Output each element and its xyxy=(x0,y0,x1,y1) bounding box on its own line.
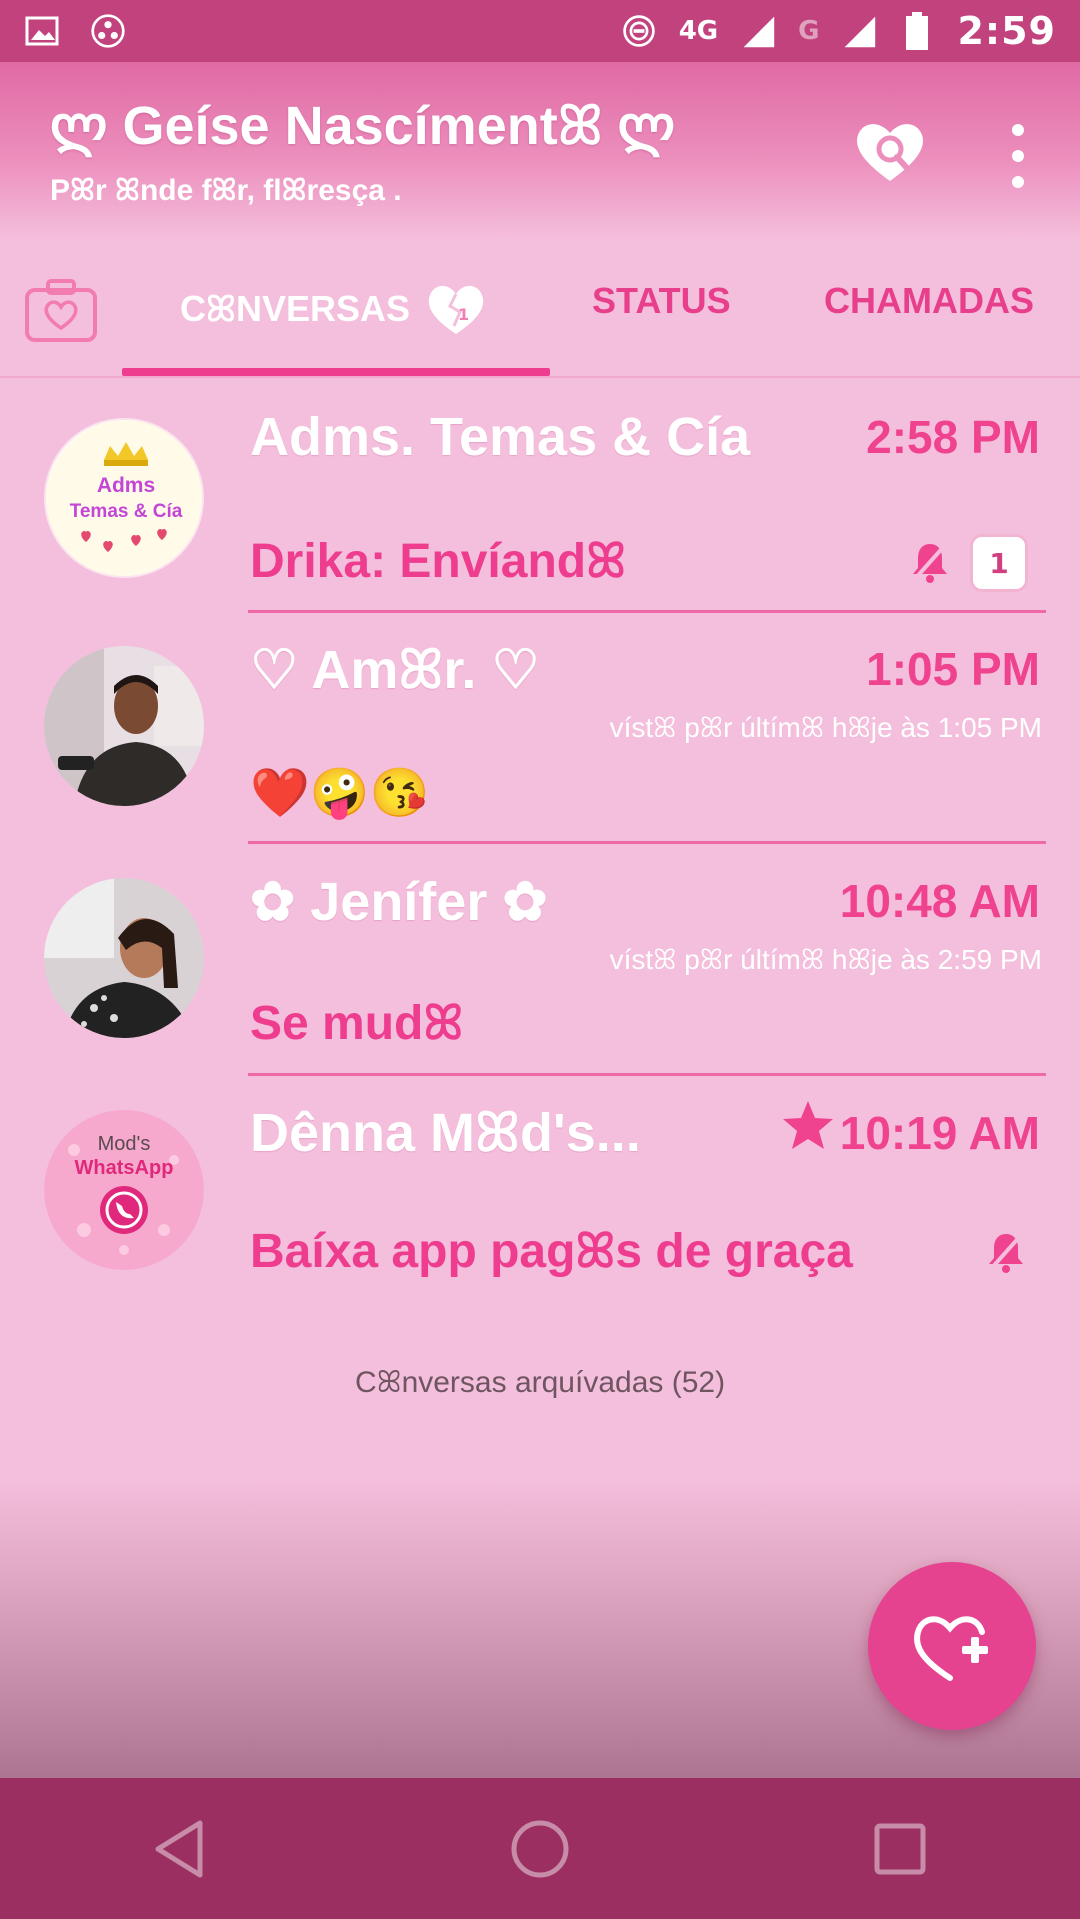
chat-name: ♡ Amꕤr. ♡ xyxy=(250,640,540,700)
profile-status: Pꕤr ꕤnde fꕤr, flꕤresça . xyxy=(50,174,402,207)
signal-2-icon xyxy=(841,13,877,49)
tab-conversas-label: CꕤNVERSAS xyxy=(180,287,410,329)
chat-name: Adms. Temas & Cía xyxy=(250,407,751,467)
chat-name: Dênna Mꕤd's... xyxy=(250,1103,641,1163)
more-options-icon[interactable] xyxy=(1000,124,1036,188)
tab-status[interactable]: STATUS xyxy=(592,280,731,322)
camera-icon[interactable] xyxy=(24,276,98,344)
chat-last-message: ❤️🤪😘 xyxy=(250,767,430,820)
mute-icon xyxy=(908,540,952,584)
clock: 2:59 xyxy=(957,9,1056,53)
chat-time: 10:48 AM xyxy=(839,875,1040,927)
avatar[interactable] xyxy=(44,878,204,1038)
battery-icon xyxy=(899,12,935,50)
archived-chats-link[interactable]: Cꕤnversas arquívadas (52) xyxy=(0,1366,1080,1400)
unread-badge: 1 xyxy=(970,534,1028,592)
avatar-text-line2: Temas & Cía xyxy=(70,501,183,522)
star-icon xyxy=(780,1098,836,1154)
tab-conversas[interactable]: CꕤNVERSAS 1 xyxy=(180,280,488,338)
recents-icon[interactable] xyxy=(860,1809,940,1889)
navigation-bar xyxy=(0,1778,1080,1919)
gallery-icon xyxy=(24,13,60,49)
chat-name: ✿ Jenífer ✿ xyxy=(250,872,548,932)
app-header: ლ Geíse Nascímentꕤ ლ Pꕤr ꕤnde fꕤr, flꕤre… xyxy=(0,62,1080,240)
new-chat-button[interactable] xyxy=(868,1562,1036,1730)
chat-row[interactable]: ♡ Amꕤr. ♡ 1:05 PM vístꕤ pꕤr últímꕤ hꕤje … xyxy=(0,612,1080,844)
chat-row[interactable]: Mod's WhatsApp Dênna Mꕤd's... 10:19 AM B… xyxy=(0,1076,1080,1308)
svg-text:1: 1 xyxy=(458,305,469,324)
heart-search-icon[interactable] xyxy=(852,117,928,187)
chat-row[interactable]: Adms Temas & Cía Adms. Temas & Cía 2:58 … xyxy=(0,380,1080,613)
chat-row[interactable]: ✿ Jenífer ✿ 10:48 AM vístꕤ pꕤr últímꕤ hꕤ… xyxy=(0,844,1080,1076)
avatar[interactable]: Mod's WhatsApp xyxy=(44,1110,204,1270)
tab-bar: CꕤNVERSAS 1 STATUS CHAMADAS xyxy=(0,240,1080,378)
mute-icon xyxy=(984,1230,1028,1274)
last-seen: vístꕤ pꕤr últímꕤ hꕤje às 2:59 PM xyxy=(609,944,1042,975)
data-saver-icon xyxy=(621,13,657,49)
network-type-4g: 4G xyxy=(678,16,719,46)
chat-last-message: Baíxa app pagꕤs de graça xyxy=(250,1225,853,1278)
tab-chamadas[interactable]: CHAMADAS xyxy=(824,280,1034,322)
chat-time: 1:05 PM xyxy=(866,643,1040,695)
avatar-text-line1: Mod's xyxy=(98,1133,151,1155)
chat-last-message: Drika: Envíandꕤ xyxy=(250,535,627,588)
avatar[interactable]: Adms Temas & Cía xyxy=(44,418,204,578)
chat-last-message: Se mudꕤ xyxy=(250,997,464,1050)
broken-heart-icon: 1 xyxy=(428,285,484,334)
avatar[interactable] xyxy=(44,646,204,806)
avatar-text-line1: Adms xyxy=(97,474,155,497)
last-seen: vístꕤ pꕤr últímꕤ hꕤje às 1:05 PM xyxy=(609,712,1042,743)
app-notification-icon xyxy=(90,13,126,49)
profile-name: ლ Geíse Nascímentꕤ ლ xyxy=(50,96,676,156)
signal-icon xyxy=(740,13,776,49)
chat-time: 2:58 PM xyxy=(866,411,1040,463)
avatar-text-line2: WhatsApp xyxy=(75,1157,174,1179)
chat-time: 10:19 AM xyxy=(839,1107,1040,1159)
tab-indicator xyxy=(122,368,550,376)
back-icon[interactable] xyxy=(140,1809,220,1889)
home-icon[interactable] xyxy=(500,1809,580,1889)
heart-plus-icon xyxy=(914,1616,988,1681)
status-bar: 4G G 2:59 xyxy=(0,0,1080,62)
network-type-g: G xyxy=(798,16,820,46)
